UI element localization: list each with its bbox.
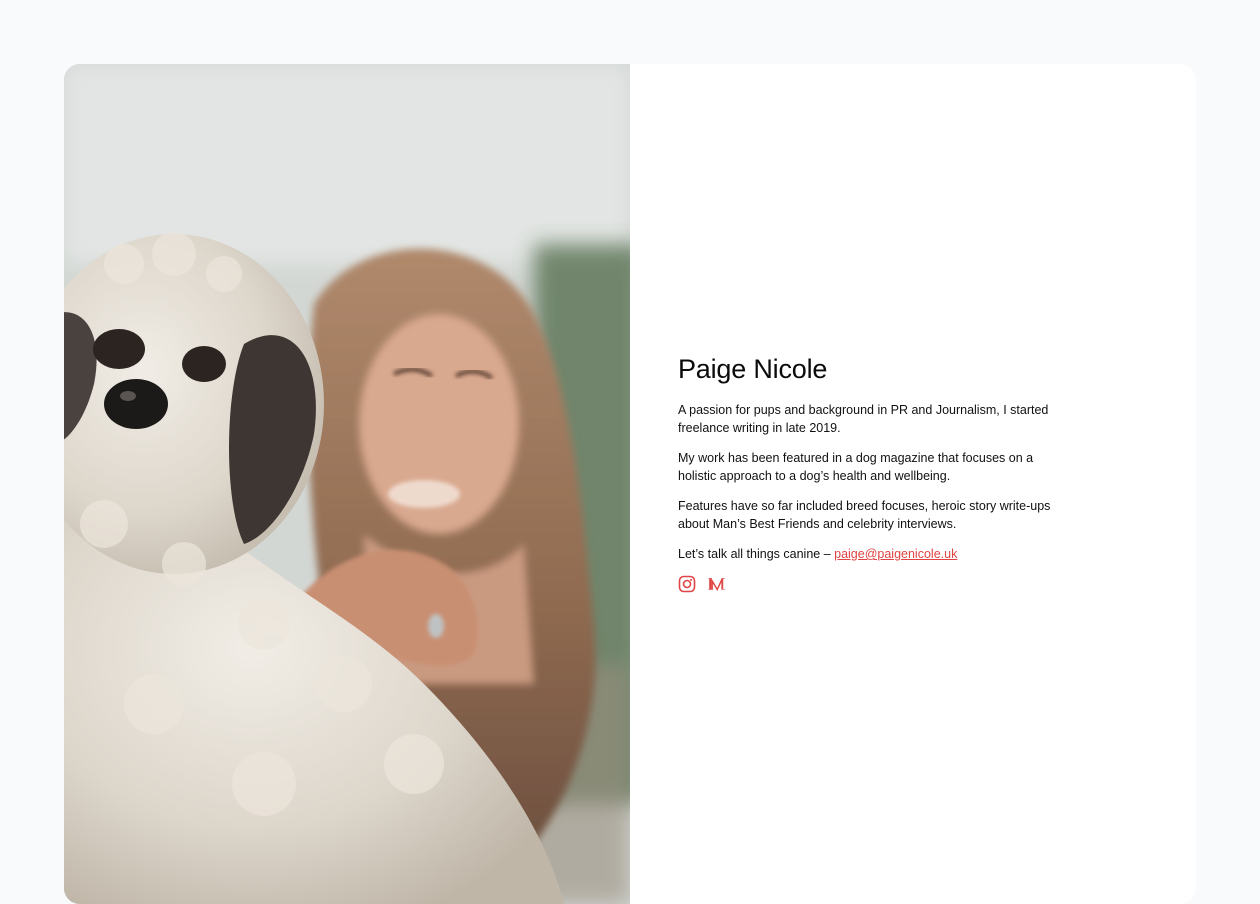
profile-photo xyxy=(64,64,630,904)
profile-card: Paige Nicole A passion for pups and back… xyxy=(64,64,1196,904)
social-links xyxy=(678,575,1054,593)
instagram-icon xyxy=(678,575,696,593)
bio-paragraph-3: Features have so far included breed focu… xyxy=(678,499,1051,531)
bio-paragraph-1: A passion for pups and background in PR … xyxy=(678,403,1049,435)
contact-line: Let’s talk all things canine – paige@pai… xyxy=(678,545,1054,563)
instagram-link[interactable] xyxy=(678,575,696,593)
bio-paragraph-2: My work has been featured in a dog magaz… xyxy=(678,451,1034,483)
profile-name: Paige Nicole xyxy=(678,354,828,384)
photo-illustration xyxy=(64,64,630,904)
email-link[interactable]: paige@paigenicole.uk xyxy=(834,547,957,561)
medium-link[interactable] xyxy=(708,575,726,593)
medium-icon xyxy=(708,578,725,591)
bio-section: Paige Nicole A passion for pups and back… xyxy=(678,351,1054,593)
contact-prefix: Let’s talk all things canine – xyxy=(678,547,835,561)
profile-content: Paige Nicole A passion for pups and back… xyxy=(630,64,1196,904)
